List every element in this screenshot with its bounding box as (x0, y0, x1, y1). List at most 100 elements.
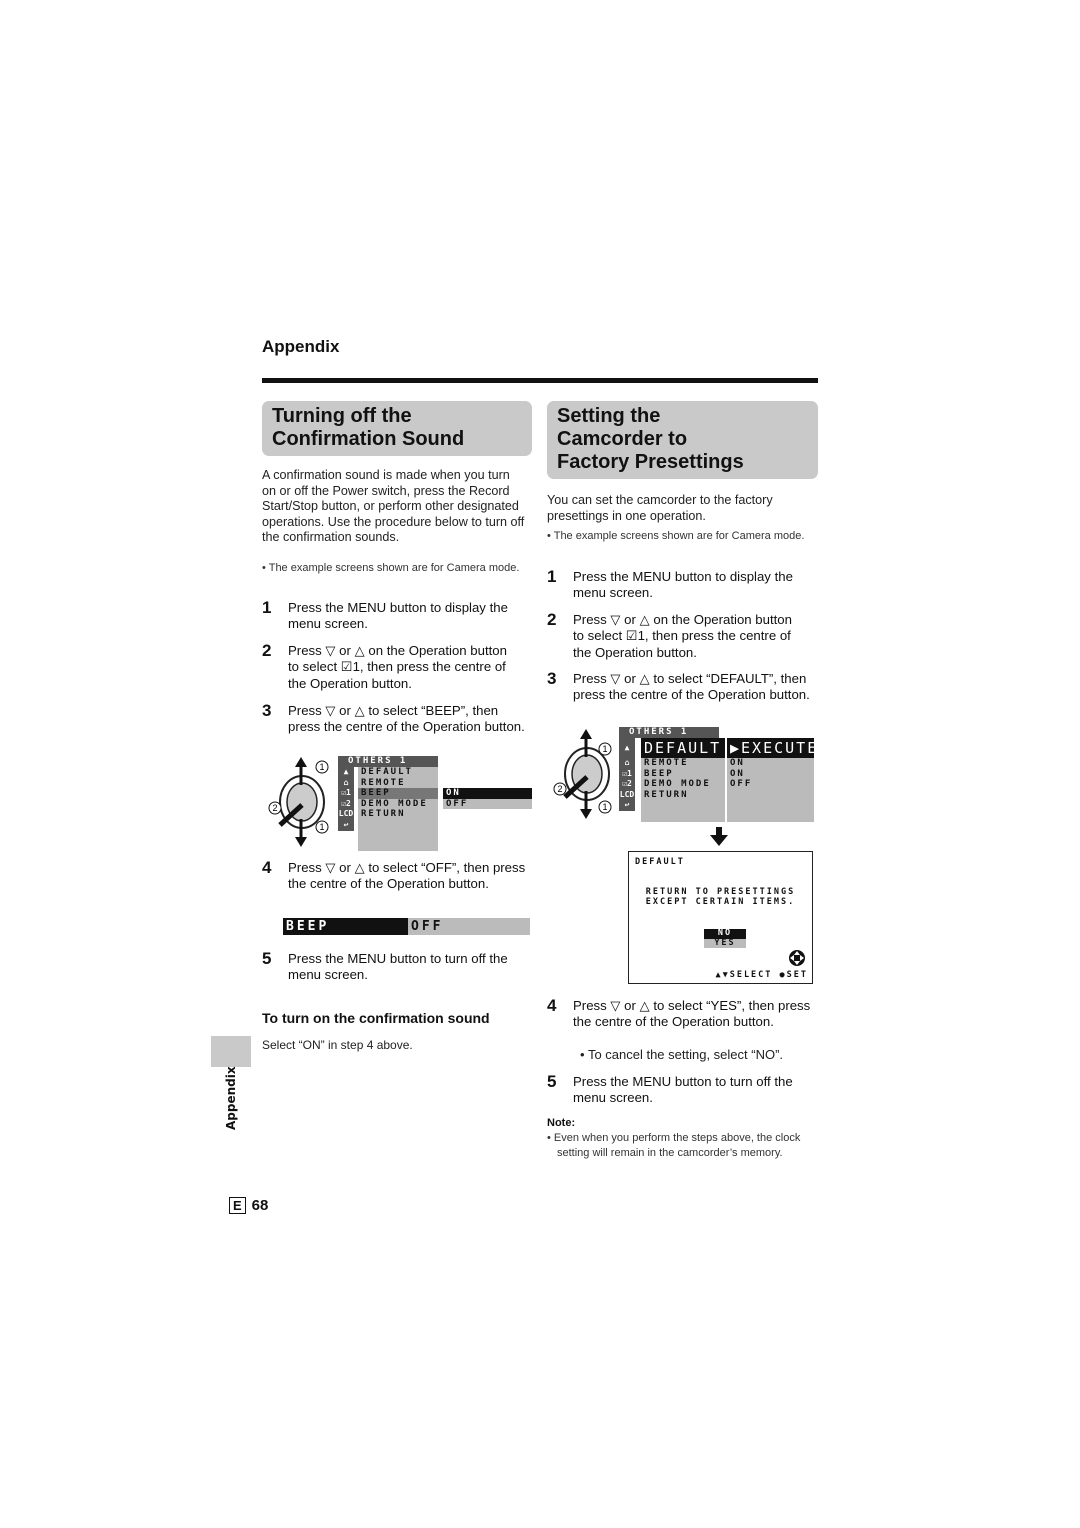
camera-icon: ▲ (343, 767, 349, 776)
title-line: Setting the (557, 405, 661, 427)
screen-message: RETURN TO PRESETTINGS EXCEPT CERTAIN ITE… (629, 887, 812, 907)
menu-item: DEMO MODE (644, 779, 711, 789)
left-title-box: Turning off the Confirmation Sound (262, 401, 532, 456)
operation-button-diagram: 1 2 1 (553, 729, 612, 819)
step-number: 2 (547, 610, 557, 629)
right-title-box: Setting the Camcorder to Factory Presett… (547, 401, 818, 479)
left-step-3: 3 Press ▽ or △ to select “BEEP”, then pre… (262, 701, 534, 736)
step-text: Press ▽ or △ to select “YES”, then press… (573, 998, 811, 1030)
step-text: Press the MENU button to display the men… (573, 569, 793, 601)
title-line: Turning off the (272, 405, 412, 427)
callout-1: 1 (319, 762, 324, 772)
step-text: Press the MENU button to display the men… (288, 600, 508, 632)
callout-2: 2 (272, 803, 277, 813)
step-text: Press ▽ or △ on the Operation button to … (573, 612, 792, 660)
left-intro: A confirmation sound is made when you tu… (262, 468, 525, 544)
message-line: RETURN TO PRESETTINGS (645, 887, 796, 897)
check2-icon: ☑2 (341, 798, 351, 808)
menu-item: RETURN (361, 809, 406, 819)
menu-item: RETURN (644, 789, 689, 800)
side-tab (211, 1036, 251, 1067)
menu-icons: ▲ ⌂ ☑1 ☑2 LCD ↩ (338, 767, 354, 831)
note-label: Note: (547, 1117, 576, 1129)
title-line: Camcorder to (557, 428, 688, 450)
step-number: 3 (262, 701, 272, 720)
step-number: 1 (262, 598, 272, 617)
left-bullet: • The example screens shown are for Came… (262, 562, 520, 574)
menu-list: DEFAULT REMOTE BEEP DEMO MODE RETURN (641, 738, 725, 822)
step-text: Press ▽ or △ to select “DEFAULT”, then p… (573, 671, 810, 703)
camera-icon: ▲ (624, 743, 630, 752)
step-number: 3 (547, 669, 557, 688)
menu-header: OTHERS 1 (619, 727, 719, 738)
right-step-3: 3 Press ▽ or △ to select “DEFAULT”, then … (547, 669, 820, 704)
menu-item: DEMO MODE (361, 798, 428, 809)
step-number: 4 (547, 996, 557, 1015)
menu-item-selected: BEEP (358, 788, 438, 799)
callout-1: 1 (602, 802, 607, 812)
value: ON (730, 768, 745, 779)
menu-item: BEEP (644, 768, 674, 779)
section-rule (262, 378, 818, 383)
option-list: ON OFF (443, 788, 532, 809)
subtext: Select “ON” in step 4 above. (262, 1038, 413, 1052)
check2-icon: ☑2 (622, 779, 632, 788)
side-tab-label: Appendix (224, 1066, 238, 1130)
return-icon: ↩ (343, 819, 349, 829)
bullet-text: To cancel the setting, select “NO”. (587, 1047, 784, 1062)
callout-2: 2 (557, 784, 562, 794)
menu-list: DEFAULT REMOTE BEEP DEMO MODE RETURN (358, 767, 438, 851)
check1-icon: ☑1 (622, 768, 632, 778)
step-text: Press ▽ or △ to select “BEEP”, then pres… (288, 703, 525, 735)
right-step-2: 2 Press ▽ or △ on the Operation button to… (547, 610, 805, 661)
left-step-5: 5 Press the MENU button to turn off the m… (262, 950, 534, 984)
message-line: EXCEPT CERTAIN ITEMS. (645, 897, 796, 907)
left-step-2: 2 Press ▽ or △ on the Operation button to… (262, 641, 520, 692)
step-number: 5 (547, 1072, 557, 1091)
yes-no-options: NO YES (704, 928, 746, 948)
value-list: ▶EXECUTE ON ON OFF (727, 738, 816, 822)
remote-icon: ⌂ (624, 758, 630, 767)
screen-footer: ▲▼SELECT ●SET (715, 970, 808, 980)
bullet-text: The example screens shown are for Camera… (268, 562, 520, 574)
value-execute: ▶EXECUTE (727, 738, 816, 758)
value: OFF (730, 779, 753, 789)
right-step-4: 4 Press ▽ or △ to select “YES”, then pres… (547, 996, 812, 1031)
default-confirm-screen: DEFAULT RETURN TO PRESETTINGS EXCEPT CER… (628, 851, 813, 984)
option-off: OFF (446, 798, 469, 809)
menu-screen-beep: OTHERS 1 ▲ ⌂ ☑1 ☑2 LCD ↩ DEFAULT REMOTE BEEP … (338, 756, 532, 851)
menu-item-selected: DEFAULT (641, 738, 725, 758)
beep-value: OFF (408, 918, 530, 935)
step-text: Press ▽ or △ to select “OFF”, then press… (288, 860, 526, 892)
section-title: Appendix (262, 337, 340, 356)
lcd-icon: LCD (619, 789, 635, 799)
title-line: Confirmation Sound (272, 428, 465, 450)
option-yes: YES (704, 938, 746, 948)
subheading: To turn on the confirmation sound (262, 1010, 490, 1026)
bullet-text: The example screens shown are for Camera… (553, 530, 805, 542)
option-on: ON (443, 788, 532, 799)
left-step-4: 4 Press ▽ or △ to select “OFF”, then pres… (262, 858, 527, 893)
bullet-text: Even when you perform the steps above, t… (553, 1132, 801, 1159)
check1-icon: ☑1 (341, 788, 351, 797)
page-footer: E 68 (229, 1197, 268, 1214)
step-number: 1 (547, 567, 557, 586)
operation-button-diagram: 1 2 1 (268, 757, 329, 847)
left-step-1: 1 Press the MENU button to display the me… (262, 598, 534, 633)
return-icon: ↩ (624, 800, 630, 809)
step-text: Press the MENU button to turn off the me… (288, 951, 508, 983)
note-text: • Even when you perform the steps above,… (547, 1132, 801, 1159)
screen-title: DEFAULT (635, 857, 685, 867)
step-text: Press the MENU button to turn off the me… (573, 1074, 793, 1106)
lcd-icon: LCD (338, 809, 354, 818)
language-badge: E (229, 1197, 246, 1214)
menu-item: DEFAULT (361, 767, 413, 777)
step-number: 2 (262, 641, 272, 660)
beep-label: BEEP (283, 918, 408, 935)
arrow-down-icon (710, 827, 728, 846)
operation-dpad-icon (789, 950, 805, 966)
page-number: 68 (251, 1197, 269, 1214)
title-line: Factory Presettings (557, 451, 744, 473)
step4-bullet: • To cancel the setting, select “NO”. (580, 1047, 784, 1062)
step-number: 4 (262, 858, 272, 877)
